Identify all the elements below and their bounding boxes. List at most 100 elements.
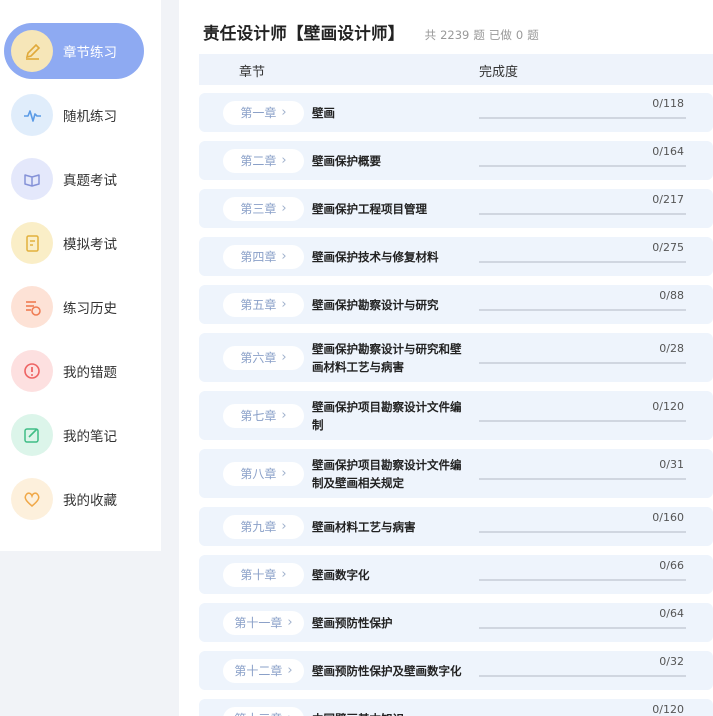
stats-total-suffix: 题 bbox=[473, 28, 485, 42]
chapter-row[interactable]: 第一章 › 壁画 0/118 bbox=[199, 93, 713, 132]
chapter-row[interactable]: 第三章 › 壁画保护工程项目管理 0/217 bbox=[199, 189, 713, 228]
chapter-tag[interactable]: 第五章 › bbox=[223, 292, 304, 317]
chevron-right-icon: › bbox=[281, 466, 287, 481]
chapter-name: 壁画保护勘察设计与研究和壁画材料工艺与病害 bbox=[312, 341, 462, 374]
chapter-name: 中国壁画基本知识 bbox=[312, 710, 467, 716]
chapter-tag[interactable]: 第七章 › bbox=[223, 403, 304, 428]
table-header: 章节 完成度 bbox=[199, 54, 713, 85]
chapter-name: 壁画数字化 bbox=[312, 567, 370, 582]
progress-bar bbox=[479, 260, 686, 263]
stats-total: 2239 bbox=[440, 28, 470, 42]
chapter-tag[interactable]: 第六章 › bbox=[223, 345, 304, 370]
chapter-tag-label: 第八章 bbox=[240, 467, 277, 481]
chapter-row[interactable]: 第九章 › 壁画材料工艺与病害 0/160 bbox=[199, 507, 713, 546]
progress-bar bbox=[479, 419, 686, 422]
progress-bar bbox=[479, 578, 686, 581]
chapter-tag[interactable]: 第十章 › bbox=[223, 562, 304, 587]
chapter-row[interactable]: 第十二章 › 壁画预防性保护及壁画数字化 0/32 bbox=[199, 651, 713, 690]
chapter-name: 壁画保护概要 bbox=[312, 153, 381, 168]
chapter-row[interactable]: 第六章 › 壁画保护勘察设计与研究和壁画材料工艺与病害 0/28 bbox=[199, 333, 713, 382]
chapter-tag[interactable]: 第十一章 › bbox=[223, 610, 304, 635]
page-title: 责任设计师【壁画设计师】 bbox=[203, 24, 405, 43]
chapter-tag[interactable]: 第十二章 › bbox=[223, 658, 304, 683]
chapter-row[interactable]: 第八章 › 壁画保护项目勘察设计文件编制及壁画相关规定 0/31 bbox=[199, 449, 713, 498]
chapter-row[interactable]: 第七章 › 壁画保护项目勘察设计文件编制 0/120 bbox=[199, 391, 713, 440]
chapter-tag[interactable]: 第十三章 › bbox=[223, 706, 304, 716]
exam-paper-icon bbox=[11, 222, 53, 264]
sidebar-item-3[interactable]: 真题考试 bbox=[4, 151, 144, 207]
pencil-icon bbox=[11, 30, 53, 72]
history-list-icon bbox=[11, 286, 53, 328]
progress-count: 0/217 bbox=[652, 192, 684, 206]
chevron-right-icon: › bbox=[281, 408, 287, 423]
sidebar-item-8[interactable]: 我的收藏 bbox=[4, 471, 144, 527]
sidebar-item-label: 我的笔记 bbox=[63, 429, 117, 445]
chapter-tag-label: 第十三章 bbox=[234, 710, 282, 716]
stats-done-suffix: 题 bbox=[527, 28, 539, 42]
alert-icon bbox=[11, 350, 53, 392]
sidebar-item-1[interactable]: 章节练习 bbox=[4, 23, 144, 79]
sidebar-item-2[interactable]: 随机练习 bbox=[4, 87, 144, 143]
book-icon bbox=[11, 158, 53, 200]
chapter-tag[interactable]: 第四章 › bbox=[223, 244, 304, 269]
pulse-icon bbox=[11, 94, 53, 136]
chevron-right-icon: › bbox=[281, 153, 287, 168]
progress-bar bbox=[479, 164, 686, 167]
sidebar-item-7[interactable]: 我的笔记 bbox=[4, 407, 144, 463]
chapter-name: 壁画保护项目勘察设计文件编制 bbox=[312, 399, 462, 432]
progress-count: 0/88 bbox=[659, 288, 684, 302]
chapter-name: 壁画保护工程项目管理 bbox=[312, 201, 427, 216]
chapter-tag[interactable]: 第三章 › bbox=[223, 196, 304, 221]
progress-count: 0/118 bbox=[652, 96, 684, 110]
chevron-right-icon: › bbox=[287, 663, 293, 678]
progress-count: 0/32 bbox=[659, 654, 684, 668]
stats-done-prefix: 已做 bbox=[488, 28, 512, 42]
stats-total-prefix: 共 bbox=[424, 28, 437, 42]
stats-done: 0 bbox=[515, 28, 524, 42]
chapter-tag[interactable]: 第一章 › bbox=[223, 100, 304, 125]
chevron-right-icon: › bbox=[281, 297, 287, 312]
chapter-tag-label: 第二章 bbox=[240, 154, 277, 168]
chapter-name: 壁画材料工艺与病害 bbox=[312, 519, 416, 534]
progress-count: 0/160 bbox=[652, 510, 684, 524]
chapter-name: 壁画预防性保护 bbox=[312, 615, 393, 630]
chevron-right-icon: › bbox=[281, 519, 287, 534]
chapter-name: 壁画保护技术与修复材料 bbox=[312, 249, 439, 264]
chapter-row[interactable]: 第十章 › 壁画数字化 0/66 bbox=[199, 555, 713, 594]
chapter-row[interactable]: 第五章 › 壁画保护勘察设计与研究 0/88 bbox=[199, 285, 713, 324]
chevron-right-icon: › bbox=[281, 350, 287, 365]
progress-count: 0/120 bbox=[652, 702, 684, 716]
chapter-tag-label: 第十章 bbox=[240, 568, 277, 582]
progress-bar bbox=[479, 212, 686, 215]
chapter-row[interactable]: 第二章 › 壁画保护概要 0/164 bbox=[199, 141, 713, 180]
progress-count: 0/164 bbox=[652, 144, 684, 158]
sidebar-item-label: 章节练习 bbox=[63, 45, 117, 61]
sidebar-item-5[interactable]: 练习历史 bbox=[4, 279, 144, 335]
chapter-name: 壁画保护项目勘察设计文件编制及壁画相关规定 bbox=[312, 457, 462, 490]
header-progress: 完成度 bbox=[479, 65, 519, 80]
progress-count: 0/28 bbox=[659, 341, 684, 355]
chevron-right-icon: › bbox=[281, 567, 287, 582]
header-chapter: 章节 bbox=[239, 65, 266, 80]
sidebar-item-label: 真题考试 bbox=[63, 173, 117, 189]
progress-count: 0/66 bbox=[659, 558, 684, 572]
progress-bar bbox=[479, 308, 686, 311]
note-edit-icon bbox=[11, 414, 53, 456]
chevron-right-icon: › bbox=[281, 201, 287, 216]
chapter-tag[interactable]: 第二章 › bbox=[223, 148, 304, 173]
sidebar-item-6[interactable]: 我的错题 bbox=[4, 343, 144, 399]
chapter-tag-label: 第九章 bbox=[240, 520, 277, 534]
progress-bar bbox=[479, 477, 686, 480]
chapter-tag-label: 第七章 bbox=[240, 409, 277, 423]
chapter-tag-label: 第四章 bbox=[240, 250, 277, 264]
chapter-tag[interactable]: 第九章 › bbox=[223, 514, 304, 539]
chapter-row[interactable]: 第十一章 › 壁画预防性保护 0/64 bbox=[199, 603, 713, 642]
sidebar-item-4[interactable]: 模拟考试 bbox=[4, 215, 144, 271]
chapter-tag-label: 第三章 bbox=[240, 202, 277, 216]
progress-count: 0/275 bbox=[652, 240, 684, 254]
chapter-row[interactable]: 第四章 › 壁画保护技术与修复材料 0/275 bbox=[199, 237, 713, 276]
progress-bar bbox=[479, 530, 686, 533]
chapter-row[interactable]: 第十三章 › 中国壁画基本知识 0/120 bbox=[199, 699, 713, 716]
chapter-tag-label: 第五章 bbox=[240, 298, 277, 312]
chapter-tag[interactable]: 第八章 › bbox=[223, 461, 304, 486]
